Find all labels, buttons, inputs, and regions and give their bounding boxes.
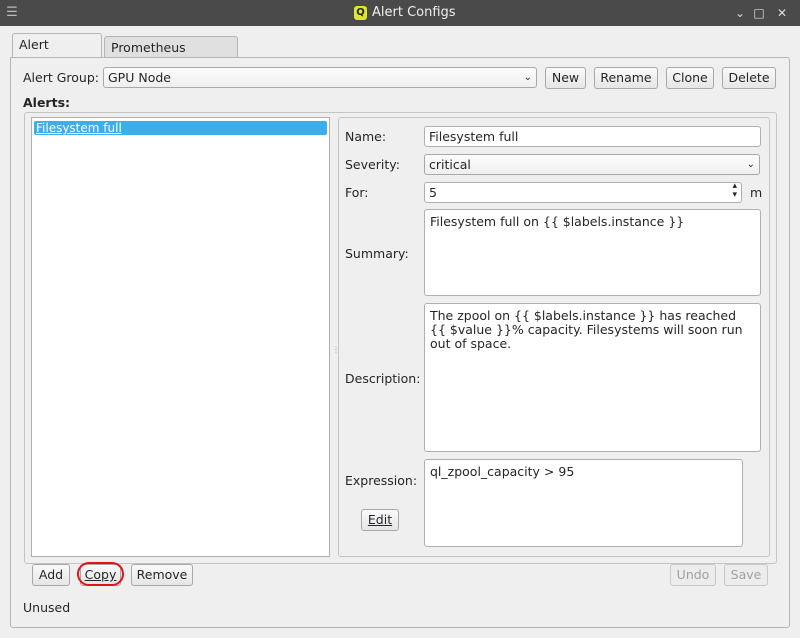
- severity-label: Severity:: [345, 157, 400, 172]
- name-field[interactable]: Filesystem full: [424, 126, 761, 147]
- copy-label: Copy: [84, 567, 117, 582]
- list-item[interactable]: Filesystem full: [34, 121, 327, 135]
- title-bar: ☰ Q Alert Configs ⌄ □ ✕: [0, 0, 800, 26]
- chevron-down-icon: ⌄: [746, 159, 755, 170]
- alerts-list[interactable]: Filesystem full: [31, 117, 330, 557]
- minimize-icon[interactable]: ⌄: [732, 5, 748, 21]
- maximize-icon[interactable]: □: [751, 5, 767, 21]
- for-spinbox[interactable]: 5 ▴ ▾: [424, 182, 742, 203]
- description-label: Description:: [345, 371, 421, 386]
- rename-button[interactable]: Rename: [594, 67, 658, 89]
- alerts-heading: Alerts:: [23, 95, 71, 110]
- expression-label: Expression:: [345, 473, 418, 488]
- alert-group-select[interactable]: GPU Node ⌄: [103, 67, 537, 88]
- window-title: Alert Configs: [372, 5, 456, 20]
- summary-field[interactable]: Filesystem full on {{ $labels.instance }…: [424, 209, 761, 296]
- alert-group-label: Alert Group:: [23, 70, 99, 85]
- tab-alert-groups[interactable]: Alert Groups: [12, 33, 102, 74]
- expression-field[interactable]: ql_zpool_capacity > 95: [424, 459, 743, 547]
- for-unit: m: [750, 185, 763, 200]
- hamburger-icon[interactable]: ☰: [4, 5, 20, 21]
- close-icon[interactable]: ✕: [774, 5, 790, 21]
- spin-arrows-icon[interactable]: ▴ ▾: [732, 182, 737, 200]
- edit-label: Edit: [367, 512, 393, 527]
- splitter-handle[interactable]: ⋮: [332, 345, 340, 355]
- severity-value: critical: [429, 157, 471, 172]
- severity-select[interactable]: critical ⌄: [424, 154, 760, 175]
- alert-group-value: GPU Node: [108, 70, 171, 85]
- add-button[interactable]: Add: [32, 564, 70, 586]
- description-field[interactable]: The zpool on {{ $labels.instance }} has …: [424, 303, 761, 452]
- for-value: 5: [429, 185, 437, 200]
- undo-button[interactable]: Undo: [670, 564, 716, 586]
- delete-button[interactable]: Delete: [722, 67, 776, 89]
- summary-label: Summary:: [345, 246, 409, 261]
- status-text: Unused: [23, 600, 71, 615]
- remove-button[interactable]: Remove: [131, 564, 193, 586]
- for-label: For:: [345, 185, 369, 200]
- app-icon: Q: [354, 6, 367, 20]
- save-button[interactable]: Save: [724, 564, 768, 586]
- name-label: Name:: [345, 129, 387, 144]
- copy-button[interactable]: Copy: [80, 564, 121, 586]
- chevron-down-icon: ⌄: [523, 72, 532, 83]
- new-button[interactable]: New: [545, 67, 586, 89]
- edit-button[interactable]: Edit: [361, 509, 399, 531]
- clone-button[interactable]: Clone: [666, 67, 714, 89]
